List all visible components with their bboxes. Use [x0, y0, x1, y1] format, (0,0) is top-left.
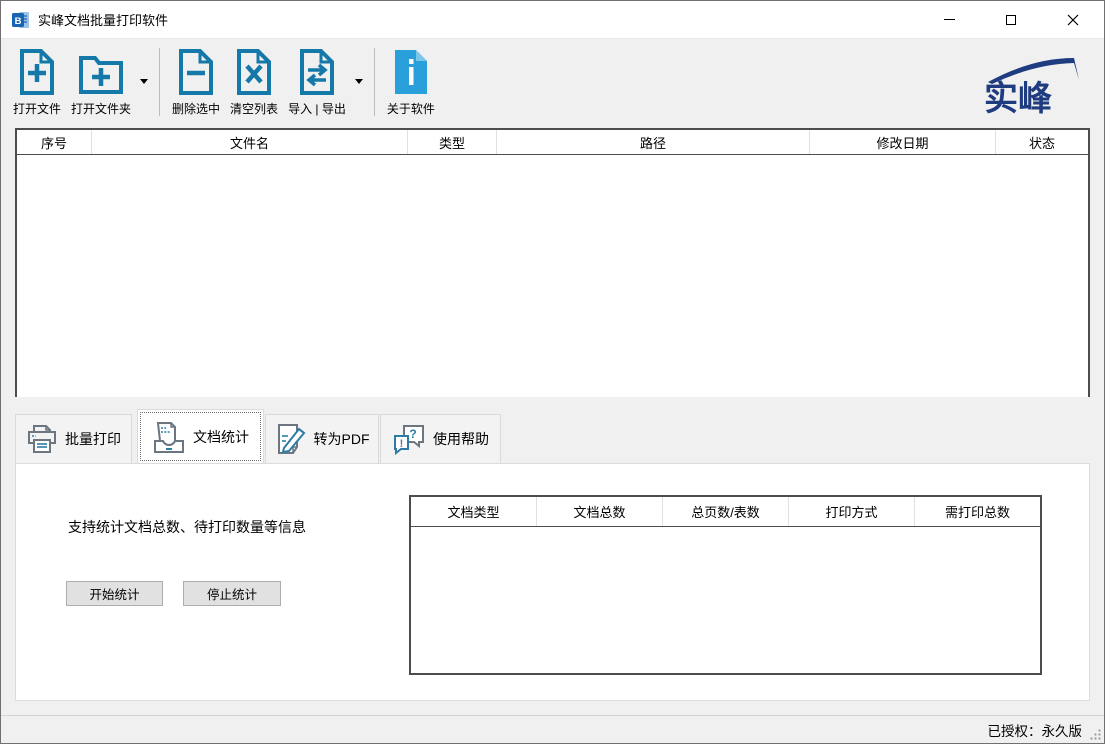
app-window: B 实峰文档批量打印软件 打开文件 [0, 0, 1105, 744]
doc-x-icon [235, 48, 273, 96]
title-bar: B 实峰文档批量打印软件 [1, 1, 1104, 39]
file-table-header: 序号 文件名 类型 路径 修改日期 状态 [17, 130, 1088, 155]
svg-text:!: ! [400, 438, 404, 450]
tab-convert-pdf[interactable]: 转为PDF [265, 414, 379, 463]
pdf-edit-icon [275, 422, 307, 456]
tool-label: 删除选中 [172, 100, 220, 117]
document-stats-panel: 支持统计文档总数、待打印数量等信息 开始统计 停止统计 文档类型 文档总数 总页… [15, 463, 1090, 701]
stats-table: 文档类型 文档总数 总页数/表数 打印方式 需打印总数 [409, 495, 1042, 675]
close-button[interactable] [1042, 1, 1104, 38]
tab-help[interactable]: ? ! 使用帮助 [380, 414, 501, 463]
minimize-button[interactable] [918, 1, 980, 38]
column-header-status[interactable]: 状态 [996, 130, 1088, 154]
tab-document-stats[interactable]: 文档统计 [137, 409, 264, 464]
column-header-modified[interactable]: 修改日期 [810, 130, 996, 154]
tool-label: 清空列表 [230, 100, 278, 117]
about-button[interactable]: 关于软件 [383, 46, 439, 117]
maximize-button[interactable] [980, 1, 1042, 38]
tab-strip: 批量打印 文档统计 转为PDF [15, 409, 1090, 464]
tool-label: 打开文件夹 [71, 100, 131, 117]
tab-label: 使用帮助 [433, 429, 489, 449]
app-logo-icon: B [11, 10, 31, 30]
stats-table-body[interactable] [411, 527, 1040, 673]
doc-transfer-icon [298, 48, 336, 96]
tool-label: 打开文件 [13, 100, 61, 117]
column-header-path[interactable]: 路径 [497, 130, 810, 154]
open-file-button[interactable]: 打开文件 [9, 46, 65, 117]
status-bar: 已授权：永久版 [1, 715, 1104, 743]
stats-column-print-mode[interactable]: 打印方式 [789, 497, 915, 526]
column-header-index[interactable]: 序号 [17, 130, 92, 154]
help-bubbles-icon: ? ! [392, 422, 426, 456]
tool-label: 关于软件 [387, 100, 435, 117]
close-icon [1067, 14, 1079, 26]
svg-text:?: ? [409, 427, 416, 441]
stop-stats-button[interactable]: 停止统计 [183, 581, 281, 606]
svg-text:实峰: 实峰 [984, 80, 1052, 118]
stats-description: 支持统计文档总数、待打印数量等信息 [68, 517, 306, 537]
import-export-button[interactable]: 导入 | 导出 [284, 46, 350, 117]
toolbar: 打开文件 打开文件夹 删除选中 [1, 40, 1104, 122]
open-folder-button[interactable]: 打开文件夹 [67, 46, 135, 117]
window-controls [918, 1, 1104, 38]
resize-grip-icon[interactable] [1089, 728, 1102, 741]
maximize-icon [1006, 15, 1016, 25]
chevron-down-icon [140, 79, 148, 84]
start-stats-button[interactable]: 开始统计 [66, 581, 163, 606]
tab-batch-print[interactable]: 批量打印 [15, 414, 132, 463]
stats-column-page-count[interactable]: 总页数/表数 [663, 497, 789, 526]
column-header-filename[interactable]: 文件名 [92, 130, 408, 154]
delete-selected-button[interactable]: 删除选中 [168, 46, 224, 117]
license-status: 已授权：永久版 [988, 720, 1083, 740]
import-export-dropdown-button[interactable] [352, 46, 366, 116]
column-header-type[interactable]: 类型 [408, 130, 497, 154]
stats-column-doc-count[interactable]: 文档总数 [537, 497, 663, 526]
folder-plus-icon [78, 48, 124, 96]
tab-label: 批量打印 [65, 429, 121, 449]
window-title: 实峰文档批量打印软件 [38, 10, 168, 29]
doc-info-icon [392, 48, 430, 96]
stats-column-print-total[interactable]: 需打印总数 [915, 497, 1040, 526]
printer-icon [26, 423, 58, 455]
brand-logo: 实峰 [970, 52, 1090, 125]
clear-list-button[interactable]: 清空列表 [226, 46, 282, 117]
file-list-table: 序号 文件名 类型 路径 修改日期 状态 [15, 128, 1090, 397]
file-table-body[interactable] [17, 155, 1088, 397]
tab-label: 文档统计 [193, 427, 249, 447]
toolbar-separator [159, 48, 160, 116]
doc-stats-icon [152, 419, 186, 455]
stats-column-doc-type[interactable]: 文档类型 [411, 497, 537, 526]
shifeng-logo-icon: 实峰 [970, 52, 1090, 120]
chevron-down-icon [355, 79, 363, 84]
minimize-icon [944, 19, 955, 20]
doc-minus-icon [177, 48, 215, 96]
svg-text:B: B [15, 16, 22, 27]
doc-plus-icon [18, 48, 56, 96]
toolbar-separator [374, 48, 375, 116]
open-folder-dropdown-button[interactable] [137, 46, 151, 116]
tab-label: 转为PDF [314, 429, 370, 449]
stats-table-header: 文档类型 文档总数 总页数/表数 打印方式 需打印总数 [411, 497, 1040, 527]
tool-label: 导入 | 导出 [288, 100, 346, 117]
